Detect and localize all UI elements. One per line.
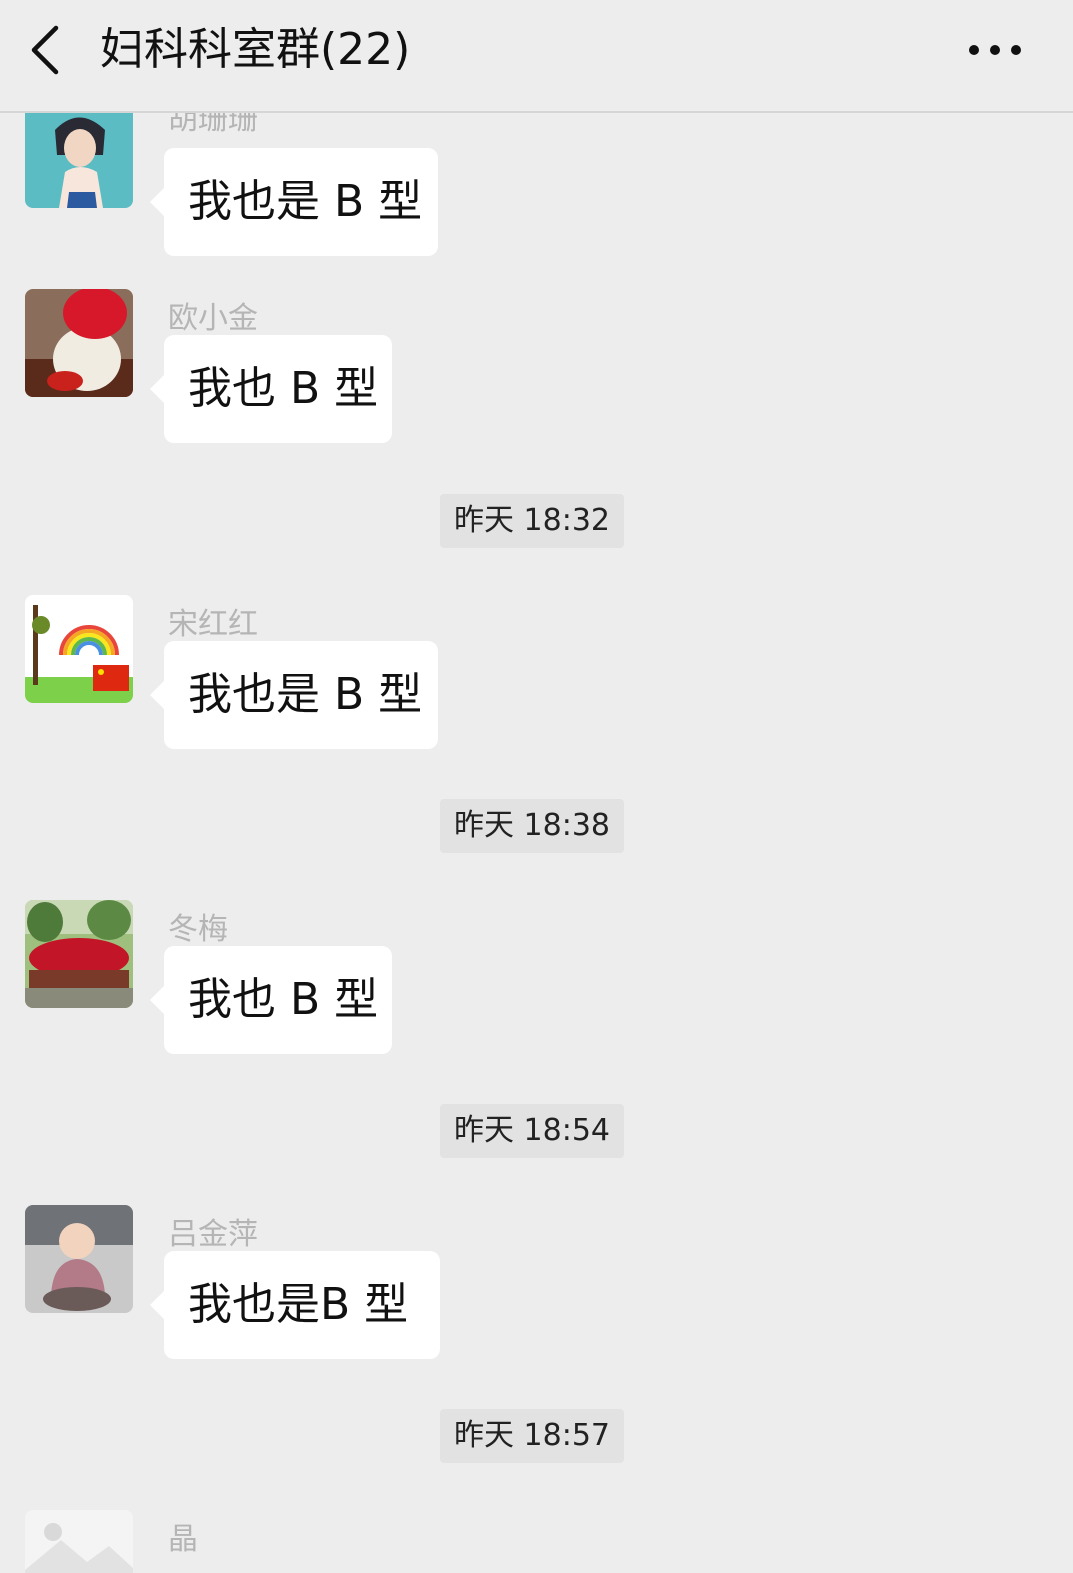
more-dots-icon (969, 45, 1021, 55)
timestamp-badge: 昨天 18:57 (440, 1409, 624, 1463)
chat-title: 妇科科室群(22) (100, 24, 411, 75)
sender-name: 胡珊珊 (168, 113, 258, 137)
avatar[interactable] (25, 289, 133, 397)
message-list[interactable]: 胡珊珊 我也是 B 型 欧小金 我也 B 型 昨天 18:32 宋红红 我也是 … (0, 113, 1073, 1573)
avatar[interactable] (25, 1510, 133, 1573)
message-bubble[interactable]: 我也 B 型 (150, 335, 392, 443)
chevron-left-icon (31, 25, 59, 75)
message-bubble[interactable]: 我也是 B 型 (150, 641, 438, 749)
timestamp-badge: 昨天 18:38 (440, 799, 624, 853)
sender-name: 冬梅 (168, 912, 228, 947)
message-item: 冬梅 我也 B 型 (0, 900, 1073, 1060)
back-button[interactable] (22, 20, 72, 80)
avatar[interactable] (25, 900, 133, 1008)
message-bubble[interactable]: 我也是 B 型 (150, 148, 438, 256)
sender-name: 欧小金 (168, 301, 258, 336)
message-item: 晶 (0, 1510, 1073, 1573)
timestamp-badge: 昨天 18:54 (440, 1104, 624, 1158)
avatar[interactable] (25, 113, 133, 208)
avatar[interactable] (25, 1205, 133, 1313)
message-item: 吕金萍 我也是B 型 (0, 1205, 1073, 1365)
avatar[interactable] (25, 595, 133, 703)
message-item: 宋红红 我也是 B 型 (0, 595, 1073, 755)
message-bubble[interactable]: 我也是B 型 (150, 1251, 440, 1359)
sender-name: 吕金萍 (168, 1217, 258, 1252)
sender-name: 宋红红 (168, 607, 258, 642)
chat-header: 妇科科室群(22) (0, 0, 1073, 113)
message-item: 胡珊珊 我也是 B 型 (0, 113, 1073, 260)
message-item: 欧小金 我也 B 型 (0, 289, 1073, 449)
timestamp-badge: 昨天 18:32 (440, 494, 624, 548)
more-button[interactable] (960, 30, 1030, 70)
sender-name: 晶 (168, 1522, 198, 1557)
message-bubble[interactable]: 我也 B 型 (150, 946, 392, 1054)
